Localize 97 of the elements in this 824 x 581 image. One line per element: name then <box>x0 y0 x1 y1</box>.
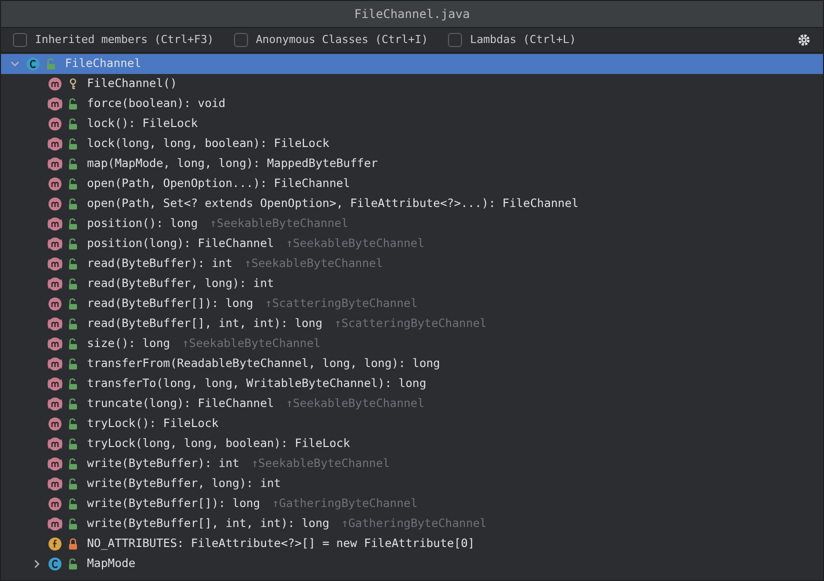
member-signature: size(): long <box>87 335 170 352</box>
member-signature: position(): long <box>87 215 198 232</box>
tree-item[interactable]: NO_ATTRIBUTES: FileAttribute<?>[] = new FileAttribute[0] <box>1 534 823 554</box>
method-icon <box>47 196 63 212</box>
tree-item[interactable]: transferTo(long, long, WritableByteChannel): long <box>1 374 823 394</box>
tree-item[interactable]: write(ByteBuffer, long): int <box>1 474 823 494</box>
abstract-method-icon <box>47 256 63 272</box>
member-signature: open(Path, Set<? extends OpenOption>, FileAttribute<?>...): FileChannel <box>87 195 579 212</box>
member-signature: read(ByteBuffer, long): int <box>87 275 274 292</box>
inherited-from: ↑SeekableByteChannel <box>182 335 321 352</box>
tree-item[interactable]: truncate(long): FileChannel ↑SeekableByteChannel <box>1 394 823 414</box>
chevron-down-icon[interactable] <box>10 59 20 69</box>
method-icon <box>47 76 63 92</box>
tree-item[interactable]: position(): long ↑SeekableByteChannel <box>1 214 823 234</box>
abstract-method-icon <box>47 396 63 412</box>
method-icon <box>47 496 63 512</box>
tree-item[interactable]: FileChannel() <box>1 74 823 94</box>
member-signature: force(boolean): void <box>87 95 226 112</box>
checkbox-label: Lambdas (Ctrl+L) <box>470 32 576 48</box>
method-icon <box>47 416 63 432</box>
inherited-from: ↑SeekableByteChannel <box>286 395 424 412</box>
abstract-method-icon <box>47 156 63 172</box>
member-signature: transferTo(long, long, WritableByteChannel): long <box>87 375 426 392</box>
tree-item[interactable]: read(ByteBuffer): int ↑SeekableByteChannel <box>1 254 823 274</box>
chevron-right-icon[interactable] <box>32 559 42 569</box>
member-signature: FileChannel <box>65 55 142 72</box>
inherited-from: ↑ScatteringByteChannel <box>334 315 487 332</box>
checkbox[interactable] <box>234 33 248 47</box>
member-signature: read(ByteBuffer[], int, int): long <box>87 315 322 332</box>
member-signature: write(ByteBuffer): int <box>87 455 240 472</box>
member-signature: MapMode <box>87 555 136 572</box>
tree-item[interactable]: read(ByteBuffer, long): int <box>1 274 823 294</box>
member-signature: position(long): FileChannel <box>87 235 274 252</box>
abstract-method-icon <box>47 376 63 392</box>
inherited-from: ↑ScatteringByteChannel <box>265 295 418 312</box>
abstract-method-icon <box>47 276 63 292</box>
member-signature: lock(): FileLock <box>87 115 198 132</box>
member-signature: NO_ATTRIBUTES: FileAttribute<?>[] = new FileAttribute[0] <box>87 535 475 552</box>
class-icon <box>25 56 41 72</box>
tree-item[interactable]: map(MapMode, long, long): MappedByteBuffer <box>1 154 823 174</box>
member-signature: tryLock(long, long, boolean): FileLock <box>87 435 350 452</box>
inherited-from: ↑GatheringByteChannel <box>341 515 487 532</box>
method-icon <box>47 296 63 312</box>
member-signature: write(ByteBuffer, long): int <box>87 475 281 492</box>
tree-item[interactable]: MapMode <box>1 554 823 574</box>
inherited-from: ↑SeekableByteChannel <box>286 235 424 252</box>
tree-item[interactable]: force(boolean): void <box>1 94 823 114</box>
member-signature: truncate(long): FileChannel <box>87 395 274 412</box>
abstract-method-icon <box>47 476 63 492</box>
checkbox[interactable] <box>448 33 462 47</box>
tree-item[interactable]: write(ByteBuffer[], int, int): long ↑GatheringByteChannel <box>1 514 823 534</box>
inherited-from: ↑GatheringByteChannel <box>272 495 418 512</box>
member-signature: write(ByteBuffer[], int, int): long <box>87 515 330 532</box>
tree-item[interactable]: position(long): FileChannel ↑SeekableByteChannel <box>1 234 823 254</box>
window-title: FileChannel.java <box>354 6 470 23</box>
member-signature: lock(long, long, boolean): FileLock <box>87 135 330 152</box>
abstract-method-icon <box>47 356 63 372</box>
tree-item[interactable]: open(Path, Set<? extends OpenOption>, FileAttribute<?>...): FileChannel <box>1 194 823 214</box>
member-signature: read(ByteBuffer): int <box>87 255 232 272</box>
abstract-method-icon <box>47 216 63 232</box>
checkbox-label: Anonymous Classes (Ctrl+I) <box>256 32 428 48</box>
member-signature: read(ByteBuffer[]): long <box>87 295 254 312</box>
inherited-from: ↑SeekableByteChannel <box>210 215 348 232</box>
checkbox-label: Inherited members (Ctrl+F3) <box>35 32 214 48</box>
tree-item[interactable]: tryLock(long, long, boolean): FileLock <box>1 434 823 454</box>
tree-item[interactable]: open(Path, OpenOption...): FileChannel <box>1 174 823 194</box>
settings-icon[interactable] <box>797 33 811 47</box>
abstract-method-icon <box>47 456 63 472</box>
member-signature: open(Path, OpenOption...): FileChannel <box>87 175 350 192</box>
inherited-from: ↑SeekableByteChannel <box>251 455 390 472</box>
tree-item[interactable]: read(ByteBuffer[], int, int): long ↑ScatteringByteChannel <box>1 314 823 334</box>
member-signature: transferFrom(ReadableByteChannel, long, long): long <box>87 355 440 372</box>
tree-item[interactable]: lock(long, long, boolean): FileLock <box>1 134 823 154</box>
abstract-method-icon <box>47 436 63 452</box>
field-icon <box>47 536 63 552</box>
class-icon <box>47 556 63 572</box>
inherited-from: ↑SeekableByteChannel <box>244 255 383 272</box>
tree-item[interactable]: write(ByteBuffer): int ↑SeekableByteChannel <box>1 454 823 474</box>
tree-item[interactable]: write(ByteBuffer[]): long ↑GatheringByteChannel <box>1 494 823 514</box>
tree-item[interactable]: tryLock(): FileLock <box>1 414 823 434</box>
abstract-method-icon <box>47 316 63 332</box>
tree-item[interactable]: size(): long ↑SeekableByteChannel <box>1 334 823 354</box>
abstract-method-icon <box>47 96 63 112</box>
tree-item[interactable]: lock(): FileLock <box>1 114 823 134</box>
abstract-method-icon <box>47 336 63 352</box>
member-signature: tryLock(): FileLock <box>87 415 219 432</box>
method-icon <box>47 176 63 192</box>
member-signature: FileChannel() <box>87 75 178 92</box>
abstract-method-icon <box>47 236 63 252</box>
abstract-method-icon <box>47 136 63 152</box>
tree-item[interactable]: read(ByteBuffer[]): long ↑ScatteringByteChannel <box>1 294 823 314</box>
tree-item[interactable]: transferFrom(ReadableByteChannel, long, long): long <box>1 354 823 374</box>
member-signature: write(ByteBuffer[]): long <box>87 495 260 512</box>
member-signature: map(MapMode, long, long): MappedByteBuffer <box>87 155 378 172</box>
method-icon <box>47 116 63 132</box>
checkbox[interactable] <box>13 33 27 47</box>
abstract-method-icon <box>47 516 63 532</box>
